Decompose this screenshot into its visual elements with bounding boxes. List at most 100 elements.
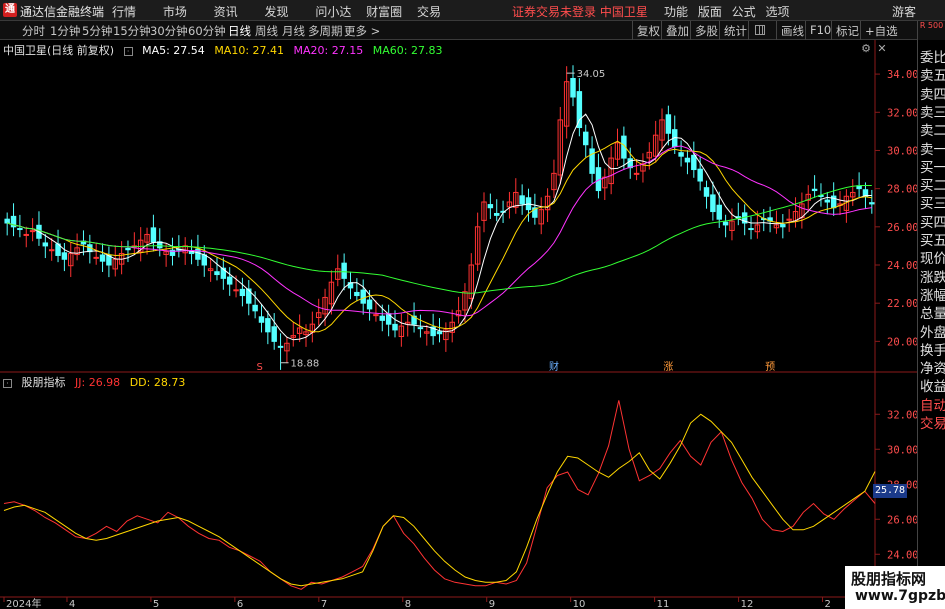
candle-body [697, 168, 703, 182]
watermark-title: 股朋指标网 [851, 570, 927, 588]
candle-body [811, 188, 818, 192]
candle-body [703, 187, 710, 197]
candle-body [710, 194, 716, 213]
side-item-2[interactable]: 卖四 [920, 83, 945, 103]
candle-body [869, 202, 875, 205]
candle-body [17, 228, 23, 231]
candle-body [61, 252, 68, 260]
indicator-lines [3, 400, 876, 590]
main-y-tick-label: 30.00 [887, 145, 919, 157]
quote-side-panel: 委比 卖五 卖四 卖三 卖二 卖一 买一 买二 买三 买四 买五 现价 涨跌 涨幅 总量 外盘 换手 净资 收益 自动… [917, 40, 945, 609]
ma-line-10 [7, 140, 872, 333]
side-item-3[interactable]: 卖三 [920, 101, 945, 121]
candle-body [722, 221, 729, 226]
axis-labels: 34.00 32.00 30.00 28.00 26.00 24.00 22.00 20.00… [6, 69, 945, 609]
side-item-6[interactable]: 买一 [920, 156, 945, 176]
side-item-20[interactable]: 交易 [920, 412, 945, 432]
date-label: 11 [657, 599, 670, 609]
side-item-12[interactable]: 涨跌 [920, 266, 945, 286]
side-item-11[interactable]: 现价 [920, 247, 945, 267]
main-y-tick-label: 24.00 [887, 260, 919, 272]
side-item-15[interactable]: 外盘 [920, 321, 945, 341]
side-item-18[interactable]: 收益 [920, 375, 945, 395]
side-item-0[interactable]: 委比 [920, 46, 945, 66]
kline-chart[interactable]: 34.00 32.00 30.00 28.00 26.00 24.00 22.00 20.00… [0, 0, 945, 609]
side-item-13[interactable]: 涨幅 [920, 284, 945, 304]
candle-body [233, 289, 239, 292]
candle-body [125, 247, 131, 251]
candle-body [93, 256, 99, 259]
side-item-16[interactable]: 换手 [920, 339, 945, 359]
main-y-tick-label: 34.00 [887, 69, 919, 81]
candle-body [252, 304, 258, 312]
candle-body [226, 276, 233, 285]
event-marker: 预 [765, 361, 775, 373]
ma-line-20 [7, 145, 872, 317]
event-marker: 财 [549, 360, 559, 373]
date-label: 12 [741, 599, 754, 609]
side-item-9[interactable]: 买四 [920, 211, 945, 231]
side-item-5[interactable]: 卖一 [920, 138, 945, 158]
candle-body [150, 227, 157, 243]
main-y-tick-label: 22.00 [887, 298, 919, 310]
candle-body [239, 288, 246, 297]
candle-body [214, 271, 220, 276]
candle-body [627, 158, 633, 169]
candle-body [360, 289, 366, 304]
candle-body [379, 315, 386, 321]
candle-body [354, 291, 360, 297]
candle-body [201, 254, 207, 266]
chart-frame [0, 40, 917, 609]
side-item-17[interactable]: 净资 [920, 357, 945, 377]
candle-body [780, 224, 786, 228]
side-item-14[interactable]: 总量 [920, 302, 945, 322]
candle-body [23, 233, 29, 236]
candle-body [29, 230, 36, 233]
candle-body [665, 114, 672, 134]
candle-body [519, 195, 525, 205]
watermark-url: www.7gpzb.com [855, 588, 945, 604]
ind-y-tick-label: 24.00 [887, 549, 919, 561]
date-label: 8 [405, 599, 411, 609]
side-item-7[interactable]: 买二 [920, 174, 945, 194]
main-y-tick-label: 20.00 [887, 336, 919, 348]
side-item-4[interactable]: 卖二 [920, 119, 945, 139]
ma-lines [7, 113, 872, 341]
candle-body [99, 254, 106, 262]
side-item-1[interactable]: 卖五 [920, 64, 945, 84]
candle-body [366, 299, 373, 310]
candle-body [48, 249, 55, 252]
watermark: 股朋指标网 www.7gpzb.com [845, 566, 945, 609]
event-marker: 涨 [663, 361, 673, 373]
main-y-tick-label: 32.00 [887, 107, 919, 119]
candle-body [42, 242, 49, 247]
date-label: 9 [489, 599, 495, 609]
candle-body [487, 204, 494, 209]
candle-body [748, 228, 754, 231]
side-item-19[interactable]: 自动 [920, 394, 945, 414]
high-label: 34.05 [577, 69, 606, 80]
candle-body [493, 213, 500, 216]
candle-body [392, 323, 398, 331]
candle-body [589, 148, 595, 174]
side-item-10[interactable]: 买五 [920, 229, 945, 249]
main-y-tick-label: 26.00 [887, 222, 919, 234]
candle-body [436, 331, 443, 335]
date-label: 2024年 [6, 597, 41, 609]
side-item-8[interactable]: 买三 [920, 192, 945, 212]
date-label: 7 [321, 599, 327, 609]
ma-line-60 [7, 185, 872, 294]
date-label: 4 [69, 599, 75, 609]
candle-body [271, 326, 277, 342]
indicator-line-dd [3, 413, 876, 587]
date-label: 5 [153, 599, 159, 609]
main-y-tick-label: 28.00 [887, 184, 919, 196]
candle-body [684, 157, 691, 163]
candle-body [373, 314, 379, 317]
current-value-badge: 25.78 [873, 484, 907, 498]
candle-body [678, 152, 684, 157]
indicator-line-jj [3, 400, 876, 590]
ind-y-tick-label: 26.00 [887, 514, 919, 526]
candle-body [824, 199, 831, 203]
candle-body [633, 172, 640, 175]
